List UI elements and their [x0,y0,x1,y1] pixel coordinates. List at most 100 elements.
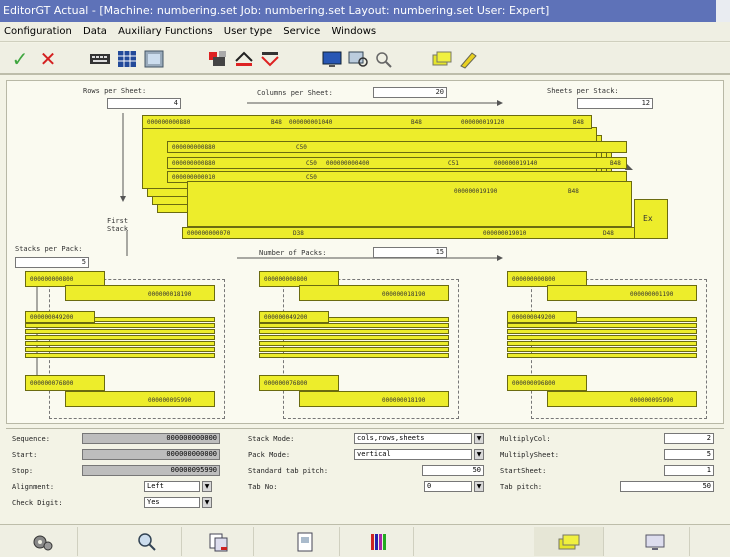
monitor-search-icon[interactable] [346,47,370,71]
menu-configuration[interactable]: Configuration [0,22,76,42]
cell-label: D38 [293,230,304,237]
cell-value: 000000000800 [30,276,74,283]
chevron-down-icon[interactable]: ▼ [202,497,212,508]
keyboard-icon[interactable] [88,47,112,71]
alignment-label: Alignment: [12,483,55,491]
pack-sheet-mid: 000000049200 [25,311,95,323]
pack-slab [25,341,215,346]
search-chart-icon[interactable] [112,527,182,556]
cell-label: C50 [306,160,317,167]
editor-window: EditorGT Actual - [Machine: numbering.se… [0,0,730,557]
cell-label: C50 [296,144,307,151]
cell-label: C51 [448,160,459,167]
copy-icon[interactable] [184,527,254,556]
cell-label: B48 [411,119,422,126]
start-field[interactable]: 000000000000 [82,449,220,460]
chevron-down-icon[interactable]: ▼ [202,481,212,492]
number-of-packs-label: Number of Packs: [259,249,327,257]
menu-windows[interactable]: Windows [327,22,380,42]
tab-pitch-label: Tab pitch: [500,483,543,491]
cell-value: 000000049200 [512,314,556,321]
cell-label: B48 [271,119,282,126]
check-digit-select[interactable]: Yes [144,497,200,508]
cell-value: 000000000010 [172,174,216,181]
chevron-down-icon[interactable]: ▼ [474,433,484,444]
tab-pitch-input[interactable]: 50 [620,481,714,492]
stop-field[interactable]: 00000095990 [82,465,220,476]
stack-mode-select[interactable]: cols,rows,sheets [354,433,472,444]
color-bars-icon[interactable] [344,527,414,556]
pack-sheet-bottom-left: 000000076800 [259,375,339,391]
first-stack-label: First Stack [107,217,129,233]
columns-per-sheet-input[interactable]: 20 [373,87,447,98]
monitor-icon[interactable] [320,47,344,71]
transfer-icon[interactable] [232,47,256,71]
start-label: Start: [12,451,38,459]
menu-service[interactable]: Service [279,22,324,42]
sheet-top: 000000000880 B48 000000001040 B48 000000… [142,115,592,129]
pack-mode-select[interactable]: vertical [354,449,472,460]
image-icon[interactable] [142,47,166,71]
cell-value: 000000095990 [630,397,674,404]
start-sheet-label: StartSheet: [500,467,547,475]
cell-label: D48 [603,230,614,237]
pack-mode-label: Pack Mode: [248,451,291,459]
stacks-icon[interactable] [534,527,604,556]
pack-slab [25,353,215,358]
tab-no-select[interactable]: 0 [424,481,472,492]
pencil-icon[interactable] [456,47,480,71]
multiply-sheet-input[interactable]: 5 [664,449,714,460]
cell-value: 000000000880 [172,144,216,151]
pack-3: 000000000800 000000001190 000000049200 0000… [507,271,707,421]
sheets-per-stack-input[interactable]: 12 [577,98,653,109]
pack-sheet-top-right: 000000018190 [65,285,215,301]
title-bar-end [716,0,730,22]
rows-per-sheet-input[interactable]: 4 [107,98,181,109]
check-icon[interactable]: ✓ [8,47,32,71]
layout-canvas: Rows per Sheet: 4 Columns per Sheet: 20 … [6,80,724,424]
pack-slab [259,329,449,334]
menu-data[interactable]: Data [79,22,111,42]
menu-user-type[interactable]: User type [220,22,276,42]
cell-value: 000000000800 [264,276,308,283]
grid-icon[interactable] [115,47,139,71]
chevron-down-icon[interactable]: ▼ [474,481,484,492]
pack-sheet-mid: 000000049200 [507,311,577,323]
standard-tab-pitch-input[interactable]: 50 [422,465,484,476]
menu-auxiliary-functions[interactable]: Auxiliary Functions [114,22,217,42]
monitor-icon[interactable] [620,527,690,556]
document-icon[interactable] [270,527,340,556]
sequence-field[interactable]: 000000000000 [82,433,220,444]
pack-sheet-bottom-left: 000000076800 [25,375,105,391]
cell-value: 000000018190 [382,291,426,298]
search-icon[interactable] [372,47,396,71]
pack-slab [25,347,215,352]
number-of-packs-input[interactable]: 15 [373,247,447,258]
stack-icon[interactable] [430,47,454,71]
chevron-down-icon[interactable]: ▼ [474,449,484,460]
transfer-red-icon[interactable] [258,47,282,71]
sheet-row: 000000000880 C50 000000000400 C51 000000… [167,157,627,169]
stacks-per-pack-input[interactable]: 5 [15,257,89,268]
cell-value: 000000000800 [512,276,556,283]
cell-value: 000000076800 [264,380,308,387]
multiply-col-input[interactable]: 2 [664,433,714,444]
sheets-per-stack-label: Sheets per Stack: [547,87,619,95]
cell-value: 000000096800 [512,380,556,387]
cell-value: 000000000880 [147,119,191,126]
pack-sheet-top-right: 000000018190 [299,285,449,301]
pack-slab [25,323,215,328]
alignment-select[interactable]: Left [144,481,200,492]
pack-sheet-mid: 000000049200 [259,311,329,323]
start-sheet-input[interactable]: 1 [664,465,714,476]
cell-label: C50 [306,174,317,181]
tools-icon[interactable] [206,47,230,71]
cell-value: 000000019140 [494,160,538,167]
pack-sheet-bottom-right: 000000095990 [65,391,215,407]
bottom-toolbar [0,524,730,557]
gears-icon[interactable] [8,527,78,556]
parameters-panel: Sequence: 000000000000 Start: 0000000000… [6,428,724,523]
pack-slab [507,341,697,346]
sheet-side: Ex [634,199,668,239]
close-icon[interactable]: ✕ [36,47,60,71]
